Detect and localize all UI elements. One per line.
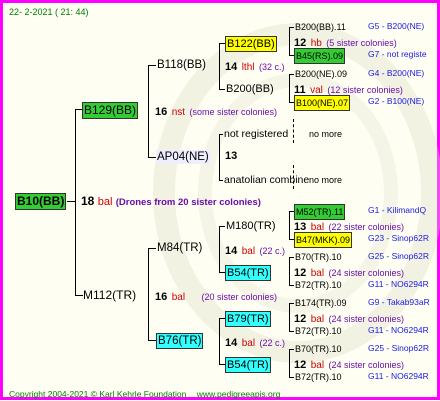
connector xyxy=(75,109,76,295)
website-link[interactable]: www.pedigreeapis.org xyxy=(197,389,281,399)
connector xyxy=(219,226,220,272)
generation-number: 18 xyxy=(81,194,95,208)
registry-ref[interactable]: G5 - B200(NE) xyxy=(368,21,424,31)
registry-ref[interactable]: G25 - Sinop62R xyxy=(368,251,429,261)
breed-code: bal xyxy=(97,196,113,208)
sister-note: (22 sister colonies) xyxy=(328,222,405,232)
footer: Copyright 2004-2021 © Karl Kehrle Founda… xyxy=(9,388,280,401)
queen-b200[interactable]: B200(BB) xyxy=(225,82,275,96)
drone-b76[interactable]: B76(TR) xyxy=(156,333,204,349)
connector xyxy=(219,43,220,89)
queen-b118[interactable]: B118(BB) xyxy=(156,58,207,72)
drone-m112[interactable]: M112(TR) xyxy=(82,288,137,303)
no-more-label: no more xyxy=(309,129,343,139)
header-date: 22- 2-2021 ( 21: 44) xyxy=(9,7,89,17)
registry-ref[interactable]: G2 - B100(NE) xyxy=(368,96,424,106)
pedigree-b70[interactable]: B70(TR).10 xyxy=(294,250,343,264)
sister-note: (20 sister colonies) xyxy=(201,292,278,302)
connector xyxy=(148,157,156,158)
pedigree-page: { "header": { "date": "22- 2-2021 ( 21: … xyxy=(0,0,440,400)
pedigree-b70[interactable]: B70(TR).10 xyxy=(294,342,343,356)
sister-note: (24 sister colonies) xyxy=(328,360,405,370)
generation-number: 16 xyxy=(155,106,168,118)
pedigree-b47[interactable]: B47(MKK).09 xyxy=(294,232,353,248)
connector xyxy=(67,201,75,202)
registry-ref[interactable]: G25 - Sinop62R xyxy=(368,343,429,353)
registry-ref[interactable]: G4 - B200(NE) xyxy=(368,68,424,78)
pedigree-m52[interactable]: M52(TR).11 xyxy=(294,204,346,220)
registry-ref[interactable]: G11 - NO6294R xyxy=(368,279,429,289)
b122-gen-info: 14 lthl (32 c.) xyxy=(225,59,284,74)
queen-b122[interactable]: B122(BB) xyxy=(225,36,277,52)
pedigree-b174[interactable]: B174(TR).09 xyxy=(294,296,348,310)
pedigree-b72[interactable]: B72(TR).10 xyxy=(294,370,343,384)
connector xyxy=(289,257,290,285)
drone-m180[interactable]: M180(TR) xyxy=(225,219,277,233)
breed-code: lthl xyxy=(241,62,255,73)
copyright-text: Copyright 2004-2021 © Karl Kehrle Founda… xyxy=(9,389,187,399)
connector xyxy=(219,318,220,364)
registry-ref[interactable]: G1 - KilimandQ xyxy=(368,205,426,215)
connector xyxy=(289,27,290,55)
connector xyxy=(148,248,149,340)
not-registered: not registered xyxy=(224,128,289,140)
anatolian-combine: anatolian combine xyxy=(224,174,310,186)
m84-gen-info: 14 bal (22 c.) xyxy=(225,243,285,258)
connector xyxy=(219,134,220,180)
connector xyxy=(148,340,156,341)
ap04-gen: 13 xyxy=(225,150,238,162)
drone-b54-2[interactable]: B54(TR) xyxy=(225,357,271,373)
sister-note: (32 c.) xyxy=(258,62,285,72)
registry-ref[interactable]: G7 - not registe xyxy=(368,49,427,59)
pedigree-b100[interactable]: B100(NE).07 xyxy=(294,95,351,111)
pedigree-b72[interactable]: B72(TR).10 xyxy=(294,324,343,338)
m112-gen-info: 16 bal (20 sister colonies) xyxy=(155,289,277,304)
root-gen-info: 18 bal (Drones from 20 sister colonies) xyxy=(81,195,261,209)
sister-note: (some sister colonies) xyxy=(189,107,278,117)
pedigree-b72[interactable]: B72(TR).10 xyxy=(294,278,343,292)
connector xyxy=(148,65,156,66)
sister-note: (24 sister colonies) xyxy=(328,314,405,324)
connector xyxy=(289,74,290,102)
registry-ref[interactable]: G9 - Takab93aR xyxy=(368,297,430,307)
connector xyxy=(148,65,149,157)
drone-b54[interactable]: B54(TR) xyxy=(225,265,271,281)
generation-number: 14 xyxy=(225,61,238,73)
breed-code: nst xyxy=(171,107,186,118)
pedigree-b45[interactable]: B45(RS).09 xyxy=(294,48,346,64)
queen-ap04[interactable]: AP04(NE) xyxy=(156,150,210,164)
sister-note: (12 sister colonies) xyxy=(327,85,403,95)
connector xyxy=(148,248,156,249)
sister-note: (24 sister colonies) xyxy=(328,268,405,278)
registry-ref[interactable]: G11 - NO6294R xyxy=(368,325,429,335)
drone-m84[interactable]: M84(TR) xyxy=(156,241,203,255)
generation-number: 14 xyxy=(225,337,238,349)
root-queen[interactable]: B10(BB) xyxy=(15,193,67,210)
sister-note: (5 sister colonies) xyxy=(326,38,397,48)
breed-code: bal xyxy=(241,246,256,257)
b76-gen-info: 14 bal (22 c.) xyxy=(225,335,285,350)
generation-number: 14 xyxy=(225,245,238,257)
pedigree-b200-11[interactable]: B200(BB).11 xyxy=(294,20,347,34)
pedigree-b200-09[interactable]: B200(NE).09 xyxy=(294,67,348,81)
breed-code: bal xyxy=(171,292,186,303)
connector xyxy=(293,119,294,143)
connector xyxy=(289,303,290,331)
breed-code: bal xyxy=(241,338,256,349)
connector xyxy=(289,211,290,239)
connector xyxy=(289,349,290,377)
sister-note: (22 c.) xyxy=(259,246,286,256)
b129-gen-info: 16 nst (some sister colonies) xyxy=(155,104,277,119)
registry-ref[interactable]: G23 - Sinop62R xyxy=(368,233,429,243)
sister-note: (22 c.) xyxy=(259,338,286,348)
generation-number: 16 xyxy=(155,291,168,303)
drone-b79[interactable]: B79(TR) xyxy=(225,311,271,327)
no-more-label: no more xyxy=(309,175,343,185)
registry-ref[interactable]: G11 - NO6294R xyxy=(368,371,429,381)
sister-note: (Drones from 20 sister colonies) xyxy=(115,197,261,208)
queen-b129[interactable]: B129(BB) xyxy=(82,102,139,119)
